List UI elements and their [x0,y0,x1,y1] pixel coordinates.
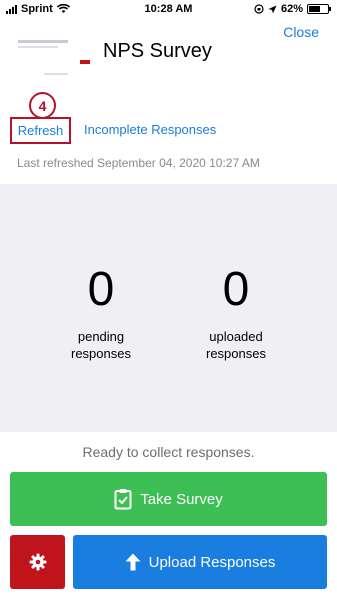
status-bar: Sprint 10:28 AM 62% [0,0,337,20]
battery-percent: 62% [280,3,303,15]
take-survey-button[interactable]: Take Survey [10,472,327,526]
status-message: Ready to collect responses. [82,444,255,460]
close-button[interactable]: Close [283,24,319,40]
uploaded-label-line1: uploaded [209,329,263,344]
pending-stat: 0 pending responses [41,264,161,362]
status-right: 62% [254,3,331,15]
orientation-lock-icon [254,4,264,14]
pending-label-line2: responses [71,346,131,361]
upload-responses-label: Upload Responses [148,553,276,571]
gear-icon [29,553,46,571]
upload-responses-button[interactable]: Upload Responses [73,535,327,589]
take-survey-label: Take Survey [140,490,223,508]
step-marker: 4 [29,92,56,119]
pending-count: 0 [87,263,115,316]
clipboard-check-icon [114,489,132,510]
response-stats-panel: 0 pending responses 0 uploaded responses [0,184,337,432]
uploaded-stat: 0 uploaded responses [176,264,296,362]
uploaded-count: 0 [222,263,250,316]
incomplete-responses-link[interactable]: Incomplete Responses [84,122,216,137]
refresh-button[interactable]: Refresh [10,117,71,144]
arrow-up-icon [125,553,141,571]
battery-fill [309,6,321,12]
settings-button[interactable] [10,535,65,589]
uploaded-label: uploaded responses [176,328,296,362]
pending-label: pending responses [41,328,161,362]
survey-title: NPS Survey [103,40,212,62]
location-icon [268,5,277,13]
last-refreshed-text: Last refreshed September 04, 2020 10:27 … [17,156,260,170]
pending-label-line1: pending [77,329,125,344]
uploaded-label-line2: responses [206,346,266,361]
battery-icon [307,4,331,14]
survey-thumbnail [10,30,92,88]
